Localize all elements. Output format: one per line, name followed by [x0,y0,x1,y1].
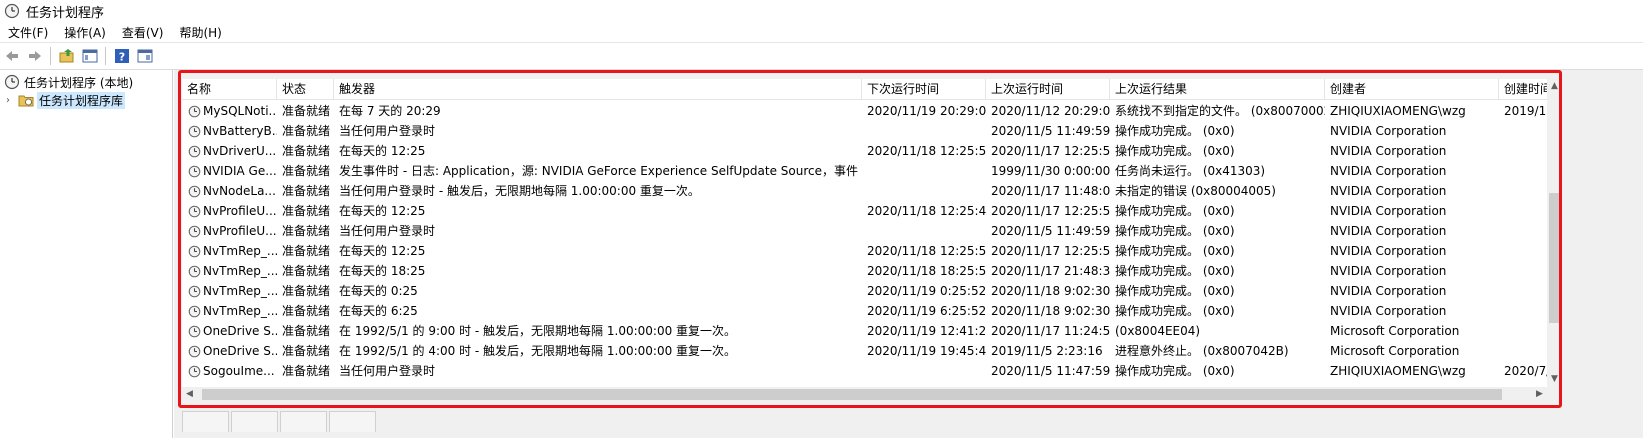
menu-help[interactable]: 帮助(H) [171,24,229,41]
back-button[interactable] [1,45,23,67]
task-scheduler-icon [4,3,20,19]
window-title: 任务计划程序 [26,5,105,21]
tree-root[interactable]: 任务计划程序 (本地) [4,73,133,91]
forward-icon [29,51,41,61]
toolbar-separator [105,47,106,65]
back-icon [6,51,18,61]
detail-tab[interactable] [231,411,278,432]
navigation-tree: 任务计划程序 (本地) › 任务计划程序库 [0,70,173,438]
clock-icon [4,74,20,90]
tree-item-library[interactable]: › 任务计划程序库 [6,91,126,109]
folder-up-icon [59,49,74,63]
detail-tab[interactable] [329,411,376,432]
title-bar: 任务计划程序 [0,0,1643,22]
menu-file[interactable]: 文件(F) [0,24,56,41]
menu-bar: 文件(F) 操作(A) 查看(V) 帮助(H) [0,22,1643,43]
show-hide-tree-icon [82,49,98,63]
forward-button[interactable] [24,45,46,67]
folder-icon [18,95,34,107]
chevron-right-icon[interactable]: › [6,95,18,106]
tree-item-library-label: 任务计划程序库 [37,91,126,109]
detail-tabs [182,411,378,438]
highlight-frame [178,70,1562,408]
detail-tab[interactable] [182,411,229,432]
menu-action[interactable]: 操作(A) [56,24,114,41]
toolbar: ? [0,43,1643,70]
help-button[interactable]: ? [111,45,133,67]
detail-tab[interactable] [280,411,327,432]
menu-view[interactable]: 查看(V) [114,24,172,41]
tree-root-label: 任务计划程序 (本地) [24,75,134,90]
help-icon: ? [115,49,129,64]
properties-button[interactable] [134,45,156,67]
properties-icon [137,49,153,63]
show-hide-tree-button[interactable] [79,45,101,67]
toolbar-separator [50,47,51,65]
svg-text:?: ? [119,51,125,64]
up-folder-button[interactable] [56,45,78,67]
